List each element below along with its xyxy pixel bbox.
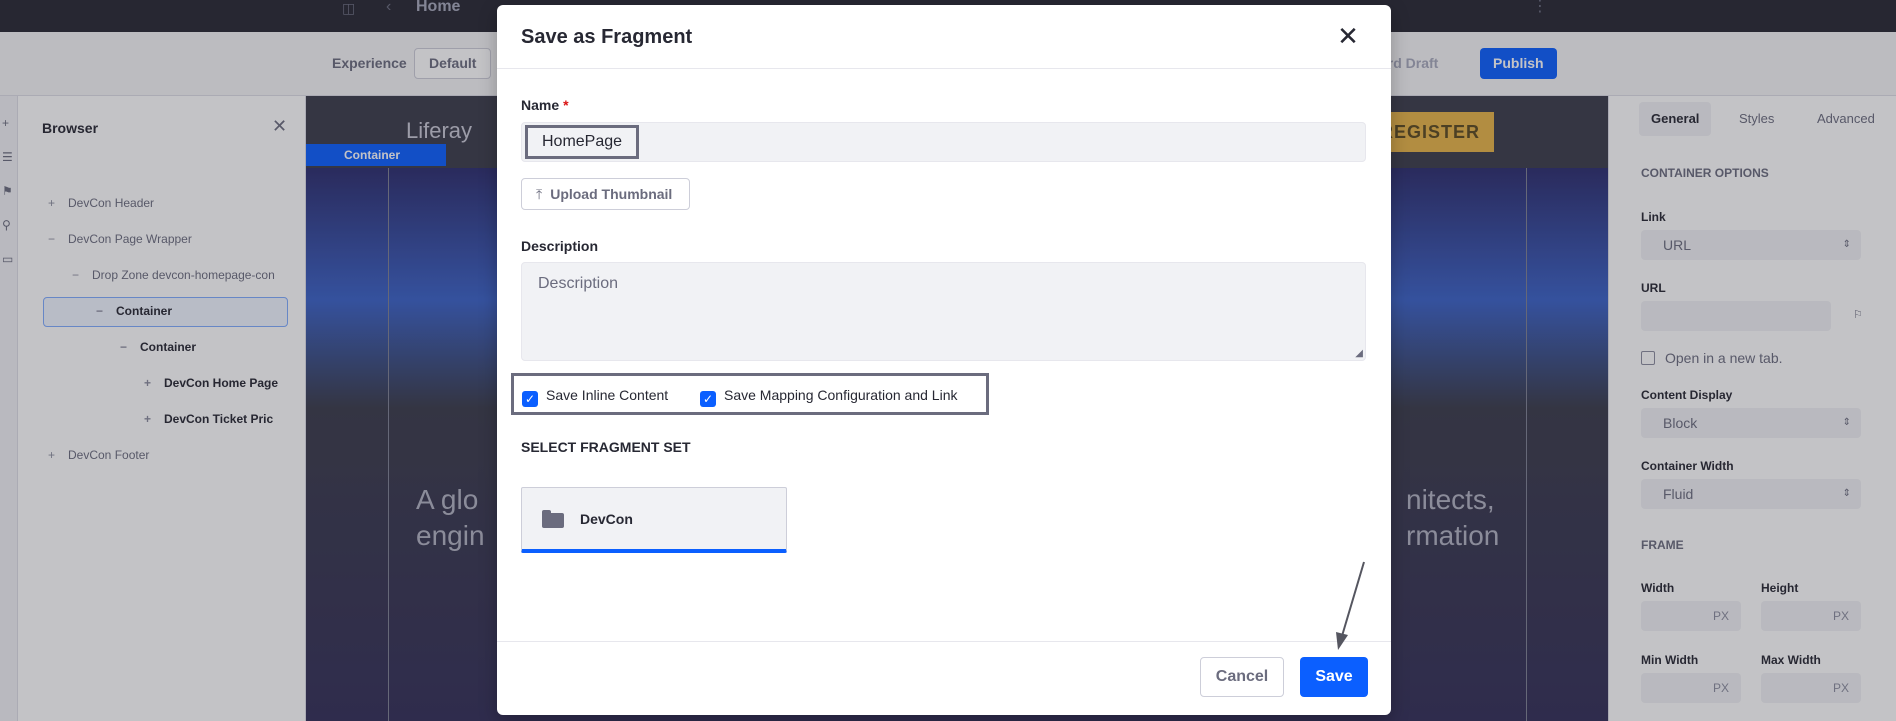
checkmark-icon: ✓ (522, 391, 538, 407)
save-inline-content-checkbox[interactable]: ✓ Save Inline Content (522, 387, 668, 407)
description-textarea[interactable]: Description ◢ (521, 262, 1366, 361)
name-label: Name * (521, 97, 569, 113)
save-as-fragment-dialog: Save as Fragment ✕ Name * HomePage ⤒ Uploa… (497, 5, 1391, 715)
name-input-value: HomePage (525, 125, 640, 159)
fragment-set-card[interactable]: DevCon (521, 487, 787, 553)
folder-icon (542, 510, 564, 528)
modal-title: Save as Fragment (521, 26, 693, 48)
save-options-highlight: ✓ Save Inline Content ✓ Save Mapping Confi… (511, 373, 989, 415)
name-input[interactable]: HomePage (521, 122, 1366, 162)
modal-header: Save as Fragment ✕ (497, 5, 1391, 69)
upload-thumbnail-button[interactable]: ⤒ Upload Thumbnail (521, 178, 690, 210)
resize-handle-icon: ◢ (1355, 348, 1363, 359)
fragment-set-name: DevCon (580, 511, 633, 527)
checkmark-icon: ✓ (700, 391, 716, 407)
save-button[interactable]: Save (1300, 657, 1368, 697)
required-mark: * (563, 97, 569, 113)
upload-icon: ⤒ (536, 186, 543, 202)
close-icon[interactable]: ✕ (1333, 22, 1363, 52)
cancel-button[interactable]: Cancel (1200, 657, 1284, 697)
description-label: Description (521, 238, 599, 254)
select-fragment-set-heading: SELECT FRAGMENT SET (521, 439, 691, 455)
modal-footer: Cancel Save (497, 641, 1391, 715)
save-mapping-checkbox[interactable]: ✓ Save Mapping Configuration and Link (700, 387, 958, 407)
